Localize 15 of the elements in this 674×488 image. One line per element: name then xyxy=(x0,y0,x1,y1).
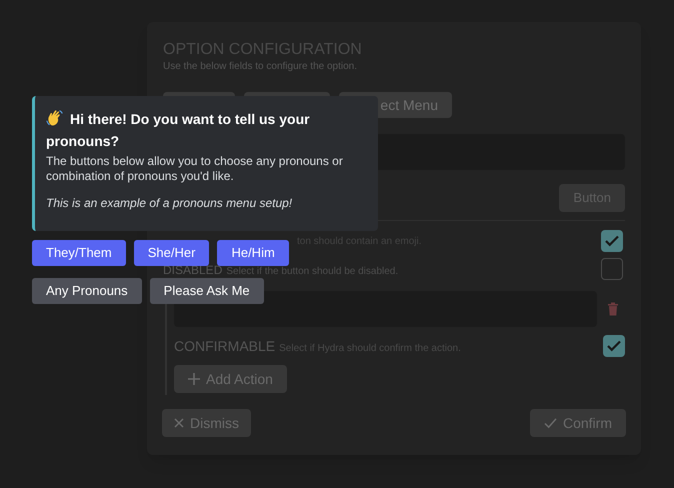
pronoun-button[interactable]: Please Ask Me xyxy=(150,278,264,304)
pronoun-button[interactable]: Any Pronouns xyxy=(32,278,142,304)
waving-hand-icon xyxy=(46,109,64,127)
checkbox[interactable] xyxy=(601,258,623,280)
checkbox[interactable] xyxy=(601,230,623,252)
message-body: The buttons below allow you to choose any pronouns or combination of pronouns you'd like. xyxy=(46,154,344,184)
pronoun-button[interactable]: He/Him xyxy=(217,240,289,266)
close-icon xyxy=(174,418,184,428)
pronoun-button[interactable]: They/Them xyxy=(32,240,126,266)
check-icon xyxy=(544,418,557,428)
plus-icon xyxy=(188,373,200,385)
pronoun-button[interactable]: She/Her xyxy=(134,240,210,266)
message-title: Hi there! Do you want to tell us your pronouns? xyxy=(46,108,311,151)
checkbox[interactable] xyxy=(603,335,625,357)
message-note: This is an example of a pronouns menu setup! xyxy=(46,196,294,211)
